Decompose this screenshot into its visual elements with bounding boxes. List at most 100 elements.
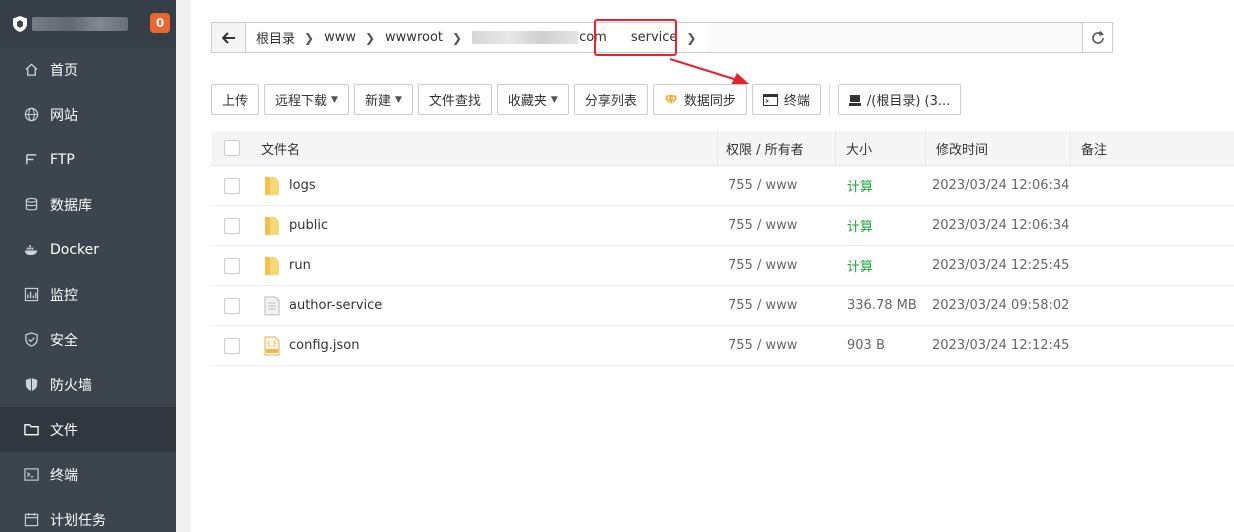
sidebar-item-label: 计划任务 [50,512,106,529]
row-checkbox[interactable] [224,337,240,354]
mtime-cell: 2023/03/24 12:06:34 [932,218,1070,233]
sidebar-item-0[interactable]: 首页 [0,47,176,92]
size-cell[interactable]: 计算 [835,246,925,286]
header-perm[interactable]: 权限 / 所有者 [717,130,835,166]
select-all-checkbox[interactable] [224,140,240,156]
name-cell: {:} config.json [253,335,717,357]
disk-icon [848,94,861,106]
crumb-label: 根目录 [256,32,296,47]
notification-badge[interactable]: 0 [150,13,170,33]
sidebar-item-8[interactable]: 文件 [0,407,176,452]
crumb-root[interactable]: 根目录 ❯ [246,23,314,52]
new-button[interactable]: 新建 ▼ [353,84,413,115]
file-search-button[interactable]: 文件查找 [417,84,492,115]
file-name-link[interactable]: author-service [289,298,382,313]
crumb-domain[interactable]: com [462,23,607,52]
button-label: /(根目录) (3... [866,94,951,109]
sidebar-item-2[interactable]: FTP [0,137,176,182]
toolbar-divider [828,84,830,115]
table-row[interactable]: public 755 / www 计算 2023/03/24 12:06:34 [211,206,1234,246]
terminal-icon [762,93,778,106]
perm-cell[interactable]: 755 / www [717,326,835,366]
file-name-link[interactable]: public [289,218,328,233]
svg-text:{:}: {:} [267,341,277,348]
row-checkbox[interactable] [224,217,240,234]
perm-cell[interactable]: 755 / www [717,286,835,326]
favorites-button[interactable]: 收藏夹 ▼ [496,84,569,115]
remote-download-button[interactable]: 远程下载 ▼ [264,84,349,115]
logo-text-blurred [32,16,128,31]
database-icon [23,197,39,213]
note-cell[interactable] [1070,166,1234,206]
row-checkbox[interactable] [224,297,240,314]
button-label: 终端 [783,94,810,109]
chevron-down-icon: ▼ [550,94,558,105]
table-row[interactable]: run 755 / www 计算 2023/03/24 12:25:45 [211,246,1234,286]
perm-cell[interactable]: 755 / www [717,206,835,246]
row-checkbox[interactable] [224,257,240,274]
note-cell[interactable] [1070,206,1234,246]
sidebar-item-label: 安全 [50,332,78,349]
sidebar-item-3[interactable]: 数据库 [0,182,176,227]
sidebar-item-9[interactable]: 终端 [0,452,176,497]
name-cell: run [253,255,717,277]
sidebar-item-1[interactable]: 网站 [0,92,176,137]
sidebar-item-5[interactable]: 监控 [0,272,176,317]
button-label: 文件查找 [428,94,481,109]
disk-button[interactable]: /(根目录) (3... [837,84,962,115]
size-cell: 336.78 MB [847,298,917,313]
sidebar-item-10[interactable]: 计划任务 [0,497,176,532]
note-cell[interactable] [1070,286,1234,326]
chevron-right-icon: ❯ [304,30,315,45]
crumb-www[interactable]: www ❯ [314,23,375,52]
terminal-button[interactable]: 终端 [751,84,821,115]
file-icon [263,295,281,317]
row-checkbox-cell [211,217,253,234]
table-header: 文件名 权限 / 所有者 大小 修改时间 备注 [211,130,1234,166]
table-row[interactable]: author-service 755 / www 336.78 MB 2023/03/… [211,286,1234,326]
docker-icon [23,242,39,258]
perm-cell[interactable]: 755 / www [717,246,835,286]
sidebar-item-4[interactable]: Docker [0,227,176,272]
note-cell[interactable] [1070,326,1234,366]
crumb-label: www [324,30,356,45]
header-mtime[interactable]: 修改时间 [925,130,1070,166]
sidebar-item-label: 防火墙 [50,377,92,394]
folder-icon [263,215,281,237]
perm-cell[interactable]: 755 / www [717,166,835,206]
file-name-link[interactable]: logs [289,178,316,193]
terminal-icon [23,467,39,483]
path-input-area[interactable] [707,23,1082,52]
crumb-wwwroot[interactable]: wwwroot ❯ [375,23,462,52]
chevron-down-icon: ▼ [331,94,338,105]
refresh-button[interactable] [1082,23,1112,52]
note-cell[interactable] [1070,246,1234,286]
share-list-button[interactable]: 分享列表 [573,84,648,115]
upload-button[interactable]: 上传 [211,84,260,115]
monitor-icon [23,287,39,303]
size-cell[interactable]: 计算 [835,206,925,246]
file-name-link[interactable]: run [289,258,311,273]
select-all-cell [211,140,253,156]
folder-icon [23,422,39,438]
header-name[interactable]: 文件名 [253,139,717,158]
mtime-cell: 2023/03/24 12:12:45 [932,338,1070,353]
row-checkbox[interactable] [224,177,240,194]
mtime-cell: 2023/03/24 12:06:34 [932,178,1070,193]
name-cell: public [253,215,717,237]
header-size[interactable]: 大小 [835,130,925,166]
table-row[interactable]: logs 755 / www 计算 2023/03/24 12:06:34 [211,166,1234,206]
sidebar-item-7[interactable]: 防火墙 [0,362,176,407]
sidebar-item-label: FTP [50,151,75,168]
sidebar-item-label: 终端 [50,467,78,484]
file-name-link[interactable]: config.json [289,338,360,353]
chevron-right-icon: ❯ [364,30,376,45]
sidebar-item-6[interactable]: 安全 [0,317,176,362]
size-cell[interactable]: 计算 [835,166,925,206]
data-sync-button[interactable]: 数据同步 [652,84,747,115]
table-row[interactable]: {:} config.json 755 / www 903 B 2023/03/24 1… [211,326,1234,366]
firewall-icon [23,377,39,393]
back-button[interactable] [212,23,246,52]
button-label: 数据同步 [683,94,736,109]
row-checkbox-cell [211,297,253,314]
